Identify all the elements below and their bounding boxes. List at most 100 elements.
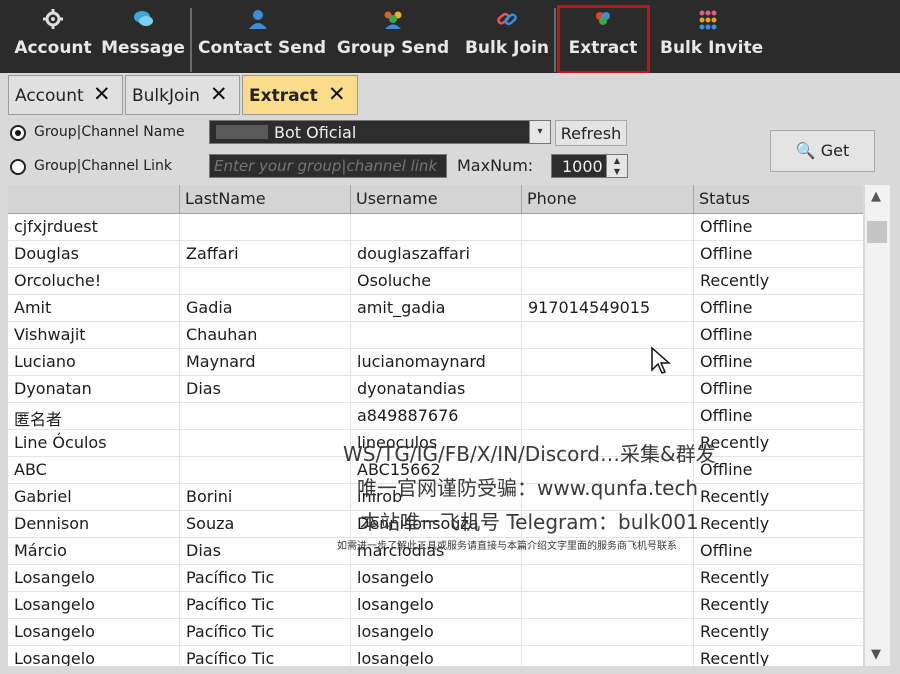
table-row[interactable]: Losangelo Pacífico Tic losangelo Recently <box>8 592 863 619</box>
column-header-phone[interactable]: Phone <box>522 185 694 213</box>
redacted-text <box>216 125 268 139</box>
cell-firstname: cjfxjrduest <box>8 214 180 240</box>
cell-status: Offline <box>700 325 753 344</box>
nav-group-send-button[interactable]: Group Send <box>336 0 450 73</box>
cell-firstname: Losangelo <box>8 619 180 645</box>
cell-phone <box>522 403 694 429</box>
scroll-up-icon[interactable]: ▲ <box>871 189 881 204</box>
cell-status: Recently <box>700 271 770 290</box>
cell-lastname: Gadia <box>180 295 351 321</box>
nav-group-send-label: Group Send <box>336 38 450 58</box>
cell-username: douglaszaffari <box>351 241 522 267</box>
refresh-button[interactable]: Refresh <box>555 120 627 146</box>
table-row[interactable]: Luciano Maynard lucianomaynard Offline <box>8 349 863 376</box>
stepper-arrows-icon[interactable]: ▲ ▼ <box>606 155 627 177</box>
group-icon <box>384 11 402 29</box>
nav-contact-send-button[interactable]: Contact Send <box>198 0 326 73</box>
cell-phone <box>522 214 694 240</box>
cell-firstname: Dennison <box>8 511 180 537</box>
cell-username <box>351 322 522 348</box>
cell-phone <box>522 646 694 666</box>
cell-firstname: Orcoluche! <box>8 268 180 294</box>
table-row[interactable]: Vishwajit Chauhan Offline <box>8 322 863 349</box>
column-header-username[interactable]: Username <box>351 185 522 213</box>
nav-bulk-join-button[interactable]: Bulk Join <box>464 0 550 73</box>
cell-status: Offline <box>700 541 753 560</box>
cell-username: losangelo <box>351 565 522 591</box>
tab-account[interactable]: Account ✕ <box>8 75 123 115</box>
cell-status: Recently <box>700 487 770 506</box>
vertical-scrollbar[interactable]: ▲ ▼ <box>865 185 890 666</box>
table-row[interactable]: Losangelo Pacífico Tic losangelo Recently <box>8 565 863 592</box>
tab-extract-label: Extract <box>249 86 318 106</box>
cell-phone <box>522 241 694 267</box>
radio-group-link[interactable] <box>10 159 26 175</box>
radio-group-link-label: Group|Channel Link <box>34 158 172 174</box>
cell-username: lucianomaynard <box>351 349 522 375</box>
table-row[interactable]: Douglas Zaffari douglaszaffari Offline <box>8 241 863 268</box>
column-header-firstname[interactable] <box>8 185 180 213</box>
cell-lastname: Dias <box>180 376 351 402</box>
close-icon[interactable]: ✕ <box>93 82 111 106</box>
group-name-value: Bot Oficial <box>274 123 357 142</box>
cell-firstname: Douglas <box>8 241 180 267</box>
cell-username: dyonatandias <box>351 376 522 402</box>
radio-group-name[interactable] <box>10 125 26 141</box>
group-name-select[interactable]: Bot Oficial ▾ <box>209 120 551 144</box>
cell-firstname: Luciano <box>8 349 180 375</box>
maxnum-stepper[interactable]: 1000 ▲ ▼ <box>551 154 628 178</box>
cell-lastname <box>180 403 351 429</box>
cell-lastname: Maynard <box>180 349 351 375</box>
cell-phone <box>522 376 694 402</box>
column-header-lastname[interactable]: LastName <box>180 185 351 213</box>
cell-phone <box>522 565 694 591</box>
cell-lastname <box>180 430 351 456</box>
table-row[interactable]: Losangelo Pacífico Tic losangelo Recently <box>8 619 863 646</box>
group-link-input[interactable] <box>209 154 447 178</box>
table-row[interactable]: cjfxjrduest Offline <box>8 214 863 241</box>
nav-bulk-join-label: Bulk Join <box>464 38 550 58</box>
watermark-line-3: 本站唯一飞机号 Telegram：bulk001 <box>360 510 699 534</box>
nav-message-label: Message <box>101 38 185 58</box>
table-row[interactable]: Orcoluche! Osoluche Recently <box>8 268 863 295</box>
cell-status: Recently <box>700 433 770 452</box>
scroll-down-icon[interactable]: ▼ <box>871 647 881 662</box>
table-row[interactable]: 匿名者 a849887676 Offline <box>8 403 863 430</box>
cell-status: Recently <box>700 622 770 641</box>
tab-extract[interactable]: Extract ✕ <box>242 75 358 115</box>
cell-firstname: Gabriel <box>8 484 180 510</box>
cell-status: Recently <box>700 568 770 587</box>
results-table: LastName Username Phone Status cjfxjrdue… <box>8 185 863 666</box>
nav-account-button[interactable]: Account <box>10 0 96 73</box>
maxnum-label: MaxNum: <box>457 156 534 175</box>
cell-username: losangelo <box>351 619 522 645</box>
invite-icon <box>699 10 717 30</box>
cell-lastname: Pacífico Tic <box>180 646 351 666</box>
table-row[interactable]: Dyonatan Dias dyonatandias Offline <box>8 376 863 403</box>
close-icon[interactable]: ✕ <box>328 82 346 106</box>
watermark-line-2: 唯一官网谨防受骗：www.qunfa.tech <box>357 476 699 500</box>
get-button[interactable]: 🔍 Get <box>770 130 875 172</box>
nav-bulk-invite-button[interactable]: Bulk Invite <box>660 0 764 73</box>
cell-username: losangelo <box>351 592 522 618</box>
cell-lastname: Pacífico Tic <box>180 565 351 591</box>
table-row[interactable]: Losangelo Pacífico Tic losangelo Recently <box>8 646 863 666</box>
nav-bulk-invite-label: Bulk Invite <box>660 38 764 58</box>
close-icon[interactable]: ✕ <box>210 82 228 106</box>
chevron-down-icon[interactable]: ▾ <box>529 121 550 143</box>
gear-icon <box>43 9 63 29</box>
cell-lastname: Chauhan <box>180 322 351 348</box>
cell-lastname: Zaffari <box>180 241 351 267</box>
column-header-status[interactable]: Status <box>694 185 863 213</box>
watermark-line-4: 如需进一步了解此工具或服务请直接与本篇介绍文字里面的服务商飞机号联系 <box>337 541 677 552</box>
table-row[interactable]: Amit Gadia amit_gadia 917014549015 Offline <box>8 295 863 322</box>
link-icon <box>497 12 517 26</box>
tab-bulkjoin-label: BulkJoin <box>132 86 200 106</box>
tab-account-label: Account <box>15 86 84 106</box>
cell-status: Offline <box>700 460 753 479</box>
tab-bulkjoin[interactable]: BulkJoin ✕ <box>125 75 240 115</box>
chat-icon <box>134 11 153 26</box>
scroll-thumb[interactable] <box>867 221 887 243</box>
nav-message-button[interactable]: Message <box>100 0 186 73</box>
cell-status: Recently <box>700 595 770 614</box>
